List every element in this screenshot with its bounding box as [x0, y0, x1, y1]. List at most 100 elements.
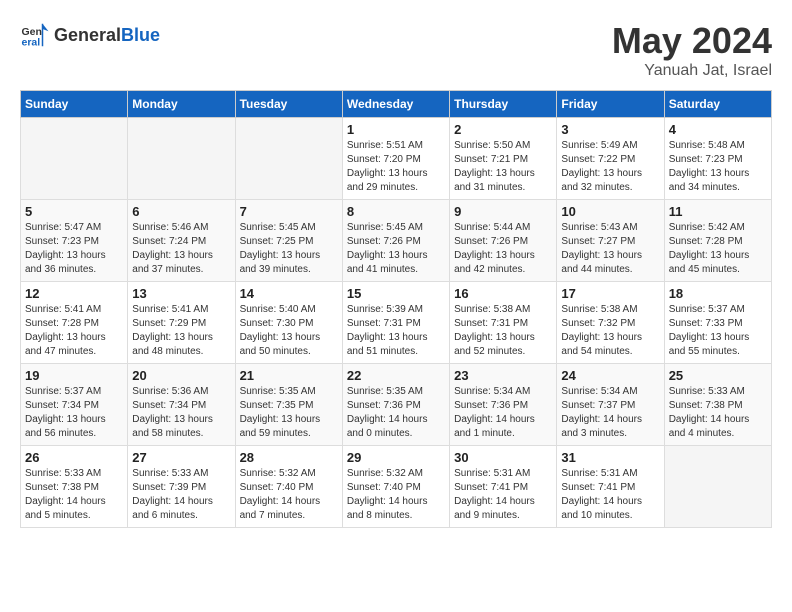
day-info: Sunrise: 5:36 AM Sunset: 7:34 PM Dayligh… [132, 385, 230, 441]
calendar-cell: 6Sunrise: 5:46 AM Sunset: 7:24 PM Daylig… [128, 200, 235, 282]
calendar-cell: 11 Sunrise: 5:42 AM Sunset: 7:28 PM Dayli… [664, 200, 771, 282]
calendar-week-row: 5 Sunrise: 5:47 AM Sunset: 7:23 PM Daylig… [21, 200, 772, 282]
day-number: 3 [561, 122, 659, 137]
calendar-cell: 24 Sunrise: 5:34 AM Sunset: 7:37 PM Dayli… [557, 364, 664, 446]
day-of-week-header: Thursday [450, 91, 557, 118]
calendar-cell: 14 Sunrise: 5:40 AM Sunset: 7:30 PM Dayli… [235, 282, 342, 364]
calendar-cell: 21Sunrise: 5:35 AM Sunset: 7:35 PM Dayli… [235, 364, 342, 446]
calendar-cell: 31 Sunrise: 5:31 AM Sunset: 7:41 PM Dayli… [557, 446, 664, 528]
day-info: Sunrise: 5:41 AM Sunset: 7:28 PM Dayligh… [25, 303, 123, 359]
day-info: Sunrise: 5:49 AM Sunset: 7:22 PM Dayligh… [561, 139, 659, 195]
day-number: 22 [347, 368, 445, 383]
calendar-cell: 15 Sunrise: 5:39 AM Sunset: 7:31 PM Dayli… [342, 282, 449, 364]
day-info: Sunrise: 5:38 AM Sunset: 7:31 PM Dayligh… [454, 303, 552, 359]
day-number: 4 [669, 122, 767, 137]
day-info: Sunrise: 5:51 AM Sunset: 7:20 PM Dayligh… [347, 139, 445, 195]
day-info: Sunrise: 5:32 AM Sunset: 7:40 PM Dayligh… [347, 467, 445, 523]
day-info: Sunrise: 5:50 AM Sunset: 7:21 PM Dayligh… [454, 139, 552, 195]
day-number: 27 [132, 450, 230, 465]
calendar-header-row: SundayMondayTuesdayWednesdayThursdayFrid… [21, 91, 772, 118]
calendar-cell: 8Sunrise: 5:45 AM Sunset: 7:26 PM Daylig… [342, 200, 449, 282]
day-number: 7 [240, 204, 338, 219]
day-number: 5 [25, 204, 123, 219]
day-number: 20 [132, 368, 230, 383]
day-info: Sunrise: 5:48 AM Sunset: 7:23 PM Dayligh… [669, 139, 767, 195]
day-info: Sunrise: 5:40 AM Sunset: 7:30 PM Dayligh… [240, 303, 338, 359]
day-info: Sunrise: 5:33 AM Sunset: 7:39 PM Dayligh… [132, 467, 230, 523]
day-number: 8 [347, 204, 445, 219]
day-number: 11 [669, 204, 767, 219]
day-info: Sunrise: 5:34 AM Sunset: 7:37 PM Dayligh… [561, 385, 659, 441]
logo: Gen eral GeneralBlue [20, 20, 160, 50]
day-info: Sunrise: 5:39 AM Sunset: 7:31 PM Dayligh… [347, 303, 445, 359]
day-info: Sunrise: 5:38 AM Sunset: 7:32 PM Dayligh… [561, 303, 659, 359]
calendar-cell: 28Sunrise: 5:32 AM Sunset: 7:40 PM Dayli… [235, 446, 342, 528]
calendar-cell: 16 Sunrise: 5:38 AM Sunset: 7:31 PM Dayli… [450, 282, 557, 364]
day-number: 18 [669, 286, 767, 301]
calendar-table: SundayMondayTuesdayWednesdayThursdayFrid… [20, 90, 772, 528]
calendar-cell: 13 Sunrise: 5:41 AM Sunset: 7:29 PM Dayli… [128, 282, 235, 364]
day-info: Sunrise: 5:42 AM Sunset: 7:28 PM Dayligh… [669, 221, 767, 277]
day-number: 24 [561, 368, 659, 383]
calendar-week-row: 19Sunrise: 5:37 AM Sunset: 7:34 PM Dayli… [21, 364, 772, 446]
calendar-cell: 7 Sunrise: 5:45 AM Sunset: 7:25 PM Daylig… [235, 200, 342, 282]
day-number: 23 [454, 368, 552, 383]
day-info: Sunrise: 5:37 AM Sunset: 7:33 PM Dayligh… [669, 303, 767, 359]
calendar-cell: 2 Sunrise: 5:50 AM Sunset: 7:21 PM Daylig… [450, 118, 557, 200]
day-info: Sunrise: 5:35 AM Sunset: 7:36 PM Dayligh… [347, 385, 445, 441]
day-info: Sunrise: 5:31 AM Sunset: 7:41 PM Dayligh… [561, 467, 659, 523]
day-info: Sunrise: 5:41 AM Sunset: 7:29 PM Dayligh… [132, 303, 230, 359]
day-info: Sunrise: 5:47 AM Sunset: 7:23 PM Dayligh… [25, 221, 123, 277]
logo-text-blue: Blue [121, 25, 160, 45]
calendar-cell: 26 Sunrise: 5:33 AM Sunset: 7:38 PM Dayli… [21, 446, 128, 528]
day-number: 2 [454, 122, 552, 137]
day-number: 30 [454, 450, 552, 465]
calendar-week-row: 26 Sunrise: 5:33 AM Sunset: 7:38 PM Dayli… [21, 446, 772, 528]
day-info: Sunrise: 5:35 AM Sunset: 7:35 PM Dayligh… [240, 385, 338, 441]
day-number: 10 [561, 204, 659, 219]
header: Gen eral GeneralBlue May 2024 Yanuah Jat… [20, 20, 772, 80]
day-info: Sunrise: 5:34 AM Sunset: 7:36 PM Dayligh… [454, 385, 552, 441]
calendar-cell: 19Sunrise: 5:37 AM Sunset: 7:34 PM Dayli… [21, 364, 128, 446]
day-number: 12 [25, 286, 123, 301]
day-info: Sunrise: 5:44 AM Sunset: 7:26 PM Dayligh… [454, 221, 552, 277]
day-number: 31 [561, 450, 659, 465]
day-info: Sunrise: 5:45 AM Sunset: 7:25 PM Dayligh… [240, 221, 338, 277]
day-number: 15 [347, 286, 445, 301]
calendar-cell [664, 446, 771, 528]
calendar-cell: 12 Sunrise: 5:41 AM Sunset: 7:28 PM Dayli… [21, 282, 128, 364]
day-number: 26 [25, 450, 123, 465]
calendar-cell: 25 Sunrise: 5:33 AM Sunset: 7:38 PM Dayli… [664, 364, 771, 446]
calendar-cell [128, 118, 235, 200]
calendar-cell [21, 118, 128, 200]
calendar-body: 1Sunrise: 5:51 AM Sunset: 7:20 PM Daylig… [21, 118, 772, 528]
calendar-cell: 30Sunrise: 5:31 AM Sunset: 7:41 PM Dayli… [450, 446, 557, 528]
month-title: May 2024 [612, 20, 772, 62]
logo-icon: Gen eral [20, 20, 50, 50]
calendar-cell: 10Sunrise: 5:43 AM Sunset: 7:27 PM Dayli… [557, 200, 664, 282]
day-number: 25 [669, 368, 767, 383]
location-title: Yanuah Jat, Israel [612, 62, 772, 80]
svg-text:eral: eral [22, 37, 41, 49]
calendar-cell: 27 Sunrise: 5:33 AM Sunset: 7:39 PM Dayli… [128, 446, 235, 528]
day-info: Sunrise: 5:32 AM Sunset: 7:40 PM Dayligh… [240, 467, 338, 523]
calendar-cell: 20 Sunrise: 5:36 AM Sunset: 7:34 PM Dayli… [128, 364, 235, 446]
day-number: 6 [132, 204, 230, 219]
day-number: 14 [240, 286, 338, 301]
calendar-cell: 22 Sunrise: 5:35 AM Sunset: 7:36 PM Dayli… [342, 364, 449, 446]
calendar-cell: 1Sunrise: 5:51 AM Sunset: 7:20 PM Daylig… [342, 118, 449, 200]
day-number: 17 [561, 286, 659, 301]
calendar-cell: 5 Sunrise: 5:47 AM Sunset: 7:23 PM Daylig… [21, 200, 128, 282]
day-number: 16 [454, 286, 552, 301]
day-of-week-header: Wednesday [342, 91, 449, 118]
day-info: Sunrise: 5:33 AM Sunset: 7:38 PM Dayligh… [25, 467, 123, 523]
day-number: 13 [132, 286, 230, 301]
day-info: Sunrise: 5:33 AM Sunset: 7:38 PM Dayligh… [669, 385, 767, 441]
day-of-week-header: Monday [128, 91, 235, 118]
calendar-cell: 23 Sunrise: 5:34 AM Sunset: 7:36 PM Dayli… [450, 364, 557, 446]
day-number: 9 [454, 204, 552, 219]
logo-text-general: General [54, 25, 121, 45]
calendar-cell: 3 Sunrise: 5:49 AM Sunset: 7:22 PM Daylig… [557, 118, 664, 200]
title-area: May 2024 Yanuah Jat, Israel [612, 20, 772, 80]
calendar-week-row: 1Sunrise: 5:51 AM Sunset: 7:20 PM Daylig… [21, 118, 772, 200]
